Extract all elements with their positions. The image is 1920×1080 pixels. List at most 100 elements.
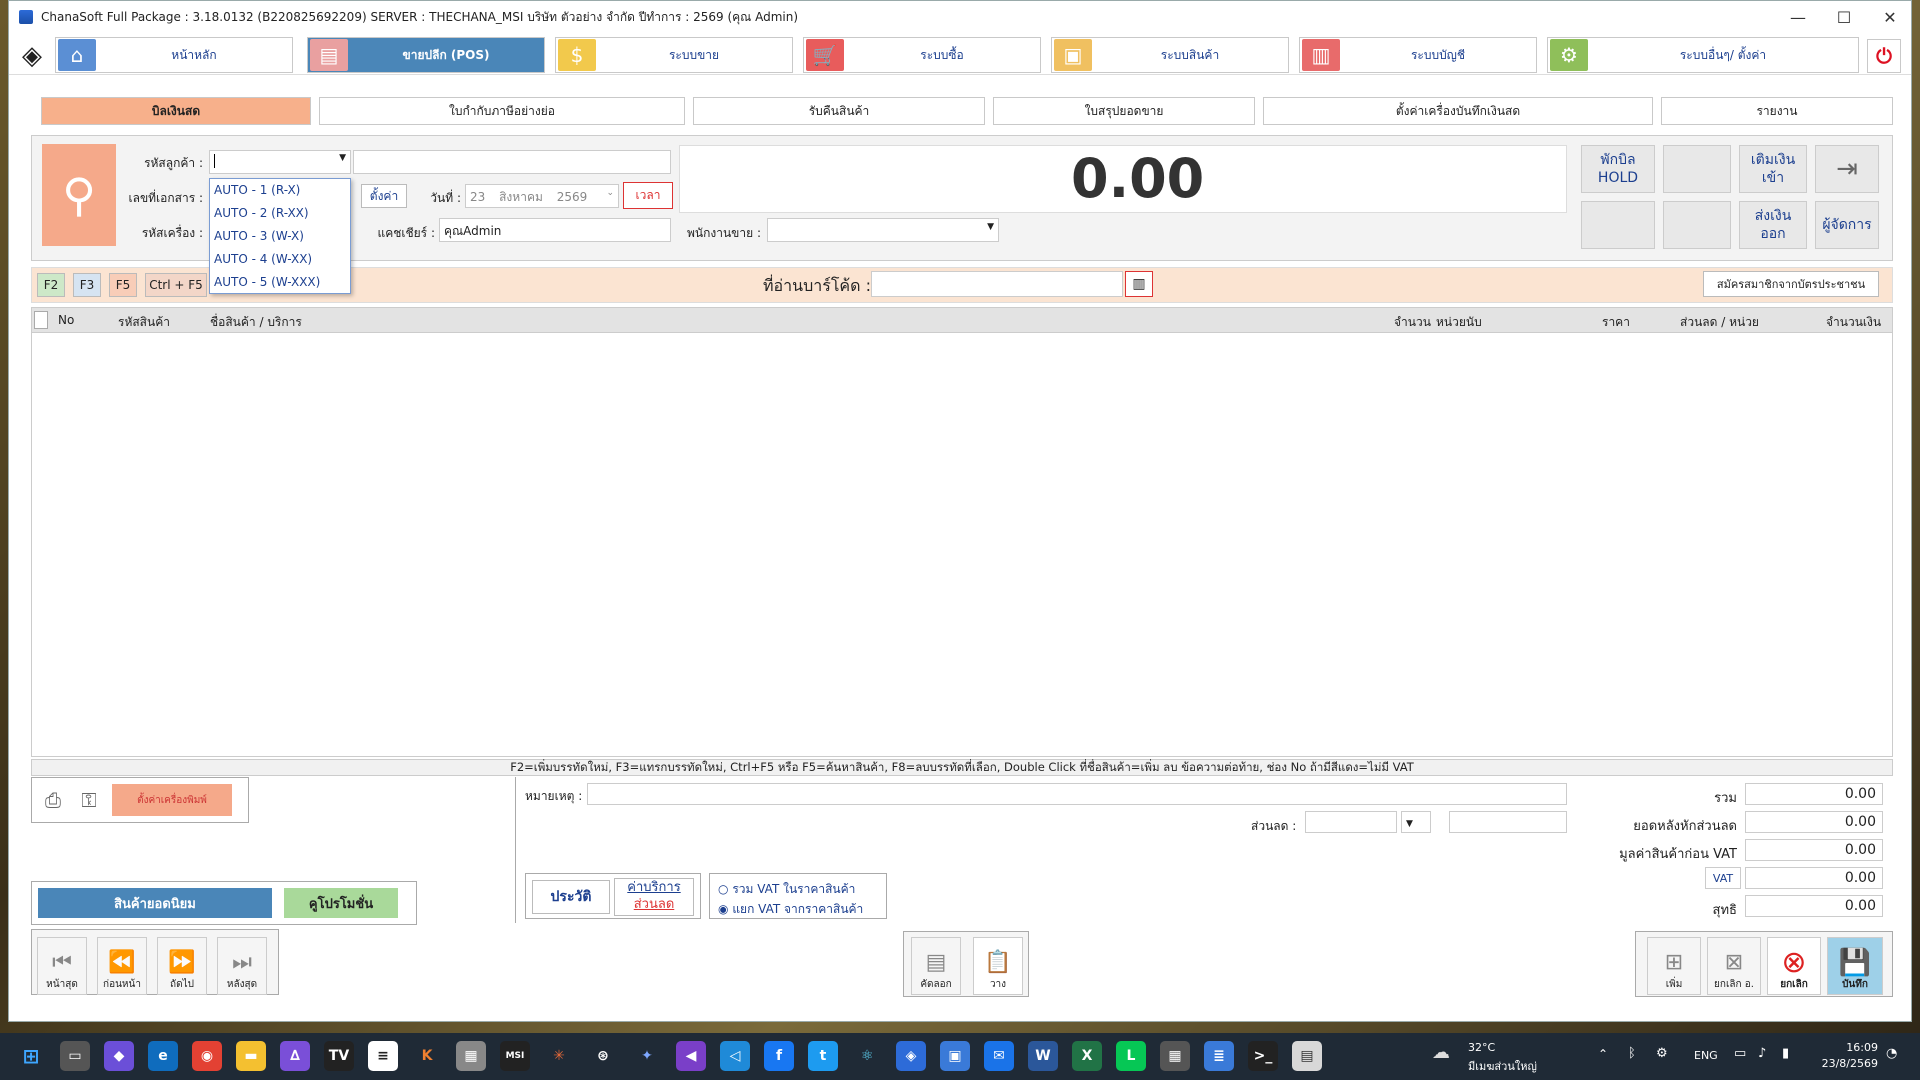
f2-button[interactable]: F2 [37,273,65,297]
last-record-button[interactable]: ⏭ หลังสุด [217,937,267,995]
col-amount[interactable]: จำนวนเงิน [1826,313,1881,332]
col-unit[interactable]: หน่วยนับ [1436,313,1482,332]
select-all-checkbox[interactable] [34,311,48,329]
cancel-button[interactable]: ⊗ ยกเลิก [1767,937,1821,995]
member-signup-button[interactable]: สมัครสมาชิกจากบัตรประชาชน [1703,271,1879,297]
tab-1[interactable]: ใบกำกับภาษีอย่างย่อ [319,97,685,125]
maximize-button[interactable]: ☐ [1821,1,1867,33]
nav-pos-terminal[interactable]: ▤ ขายปลีก (POS) [307,37,545,73]
app-icon-1[interactable]: ∆ [280,1041,310,1071]
nav-coin[interactable]: $ ระบบขาย [555,37,793,73]
tab-2[interactable]: รับคืนสินค้า [693,97,985,125]
service-discount-button[interactable]: ค่าบริการ ส่วนลด [614,878,694,916]
notes-icon[interactable]: ≡ [368,1041,398,1071]
task-view-icon[interactable]: ▭ [60,1041,90,1071]
tab-4[interactable]: ตั้งค่าเครื่องบันทึกเงินสด [1263,97,1653,125]
vat-exclude-option[interactable]: ◉ แยก VAT จากราคาสินค้า [718,900,863,919]
hold-bill-button[interactable]: พักบิล HOLD [1581,145,1655,193]
prev-record-button[interactable]: ⏪ ก่อนหน้า [97,937,147,995]
clock-date[interactable]: 23/8/2569 [1818,1057,1878,1070]
battery-icon[interactable]: ▮ [1782,1046,1789,1061]
excel-icon[interactable]: X [1072,1041,1102,1071]
nav-cart[interactable]: 🛒 ระบบซื้อ [803,37,1041,73]
terminal-icon[interactable]: >_ [1248,1041,1278,1071]
add-button[interactable]: ⊞ เพิ่ม [1647,937,1701,995]
item-grid[interactable] [31,333,1893,757]
blank-button-2[interactable] [1581,201,1655,249]
minimize-button[interactable]: — [1775,1,1821,33]
remark-input[interactable] [587,783,1567,805]
col-price[interactable]: ราคา [1602,313,1630,332]
f5-button[interactable]: F5 [109,273,137,297]
col-discount[interactable]: ส่วนลด / หน่วย [1680,313,1759,332]
facebook-icon[interactable]: f [764,1041,794,1071]
bluetooth-icon[interactable]: ᛒ [1628,1046,1636,1061]
barcode-input[interactable] [871,271,1123,297]
claude-icon[interactable]: ✳ [544,1041,574,1071]
react-icon[interactable]: ⚛ [852,1041,882,1071]
chrome-icon[interactable]: ◉ [192,1041,222,1071]
discount-amount-input[interactable] [1449,811,1567,833]
discount-type-select[interactable]: ▼ [1401,811,1431,833]
msi-icon[interactable]: MSI [500,1041,530,1071]
clock-time[interactable]: 16:09 [1818,1041,1878,1054]
notepad-icon[interactable]: ≣ [1204,1041,1234,1071]
col-no[interactable]: No [58,313,74,327]
blank-button-3[interactable] [1663,201,1731,249]
dropdown-option[interactable]: AUTO - 5 (W-XXX) [210,271,350,294]
history-button[interactable]: ประวัติ [532,880,610,914]
key-icon[interactable]: ⚿ [74,784,104,816]
setting-button[interactable]: ตั้งค่า [361,184,407,208]
ctrl-f5-button[interactable]: Ctrl + F5 [145,273,207,297]
copy-button[interactable]: ▤ คัดลอก [911,937,961,995]
add-cash-button[interactable]: เติมเงิน เข้า [1739,145,1807,193]
col-code[interactable]: รหัสสินค้า [118,313,170,332]
visual-studio-icon[interactable]: ◀ [676,1041,706,1071]
barcode-scan-icon[interactable]: ▥ [1125,271,1153,297]
nav-report[interactable]: ▥ ระบบบัญชี [1299,37,1537,73]
chevron-up-icon[interactable]: ⌃ [1598,1047,1608,1061]
chanasoft-icon[interactable]: ◈ [896,1041,926,1071]
twitter-icon[interactable]: t [808,1041,838,1071]
salesperson-select[interactable]: ▼ [767,218,999,242]
vscode-icon[interactable]: ◁ [720,1041,750,1071]
discount-input[interactable] [1305,811,1397,833]
calculator-icon[interactable]: ▦ [1160,1041,1190,1071]
power-icon[interactable]: ⏻ [1867,39,1901,73]
nav-gear[interactable]: ⚙ ระบบอื่นๆ/ ตั้งค่า [1547,37,1859,73]
gemini-icon[interactable]: ✦ [632,1041,662,1071]
notification-icon[interactable]: ◔ [1886,1046,1897,1061]
volume-icon[interactable]: ♪ [1758,1046,1766,1061]
copilot-icon[interactable]: ◆ [104,1041,134,1071]
network-icon[interactable]: ▭ [1734,1046,1746,1061]
vat-include-option[interactable]: ○ รวม VAT ในราคาสินค้า [718,880,855,899]
nav-home[interactable]: ⌂ หน้าหลัก [55,37,293,73]
send-cash-button[interactable]: ส่งเงิน ออก [1739,201,1807,249]
printer-icon[interactable]: ⎙ [38,784,68,816]
edge-icon[interactable]: e [148,1041,178,1071]
cancel-doc-button[interactable]: ⊠ ยกเลิก อ. [1707,937,1761,995]
paste-button[interactable]: 📋 วาง [973,937,1023,995]
blank-button-1[interactable] [1663,145,1731,193]
first-record-button[interactable]: ⏮ หน้าสุด [37,937,87,995]
windows-start-icon[interactable]: ⊞ [16,1041,46,1071]
next-record-button[interactable]: ⏩ ถัดไป [157,937,207,995]
app-icon-2[interactable]: ▦ [456,1041,486,1071]
customer-name-field[interactable] [353,150,671,174]
line-icon[interactable]: L [1116,1041,1146,1071]
coupon-button[interactable]: คูโปรโมชั่น [284,888,398,918]
time-button[interactable]: เวลา [623,182,673,209]
f3-button[interactable]: F3 [73,273,101,297]
close-button[interactable]: ✕ [1867,1,1911,33]
search-icon[interactable]: ⚲ [42,144,116,246]
dropdown-option[interactable]: AUTO - 3 (W-X) [210,225,350,248]
active-app-icon[interactable]: ▤ [1292,1041,1322,1071]
cashier-field[interactable]: คุณAdmin [439,218,671,242]
file-explorer-icon[interactable]: ▬ [236,1041,266,1071]
col-qty[interactable]: จำนวน [1394,313,1431,332]
dropdown-option[interactable]: AUTO - 2 (R-XX) [210,202,350,225]
col-name[interactable]: ชื่อสินค้า / บริการ [210,313,302,332]
outlook-icon[interactable]: ✉ [984,1041,1014,1071]
tray-app-icon[interactable]: ⚙ [1656,1046,1668,1061]
language-indicator[interactable]: ENG [1694,1049,1718,1062]
